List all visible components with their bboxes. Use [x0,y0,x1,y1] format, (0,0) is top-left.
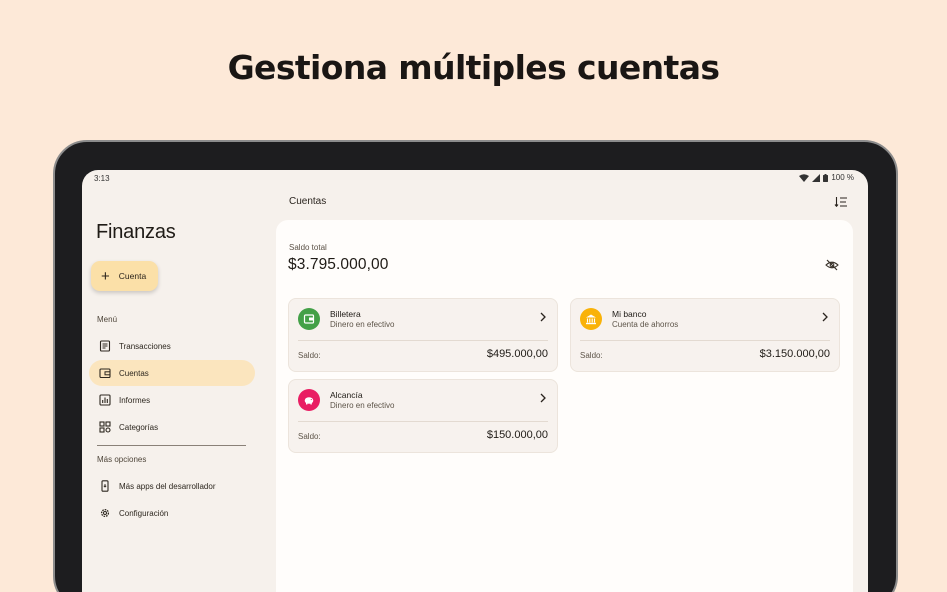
total-balance-value: $3.795.000,00 [288,256,389,273]
account-card-alcancia[interactable]: Alcancía Dinero en efectivo Saldo: $150.… [288,379,558,453]
account-type: Dinero en efectivo [330,320,395,329]
nav-item-informes[interactable]: Informes [89,387,255,413]
plus-icon: + [101,267,110,285]
page-title: Cuentas [289,196,327,207]
nav-item-configuracion[interactable]: Configuración [89,500,255,526]
nav-item-label: Más apps del desarrollador [119,481,216,491]
account-icon-badge [298,308,320,330]
saldo-value: $3.150.000,00 [759,348,830,360]
receipt-icon [99,340,111,352]
account-card-mi-banco[interactable]: Mi banco Cuenta de ahorros Saldo: $3.150… [570,298,840,372]
chevron-right-icon [822,312,828,322]
wifi-icon [799,173,810,182]
nav-item-label: Informes [119,395,151,405]
chart-icon [99,394,111,406]
signal-icon [812,173,821,182]
saldo-label: Saldo: [298,432,321,441]
category-icon [99,421,111,433]
wallet-icon [99,368,111,379]
account-divider [298,421,548,422]
accounts-panel: Saldo total $3.795.000,00 Billetera Dine… [276,220,853,592]
gear-icon [100,508,110,518]
chevron-right-icon [540,312,546,322]
saldo-value: $495.000,00 [486,348,548,360]
app-screen: 3:13 100 % Finanzas + Cuenta Menú Transa… [82,170,868,592]
bank-icon [586,314,596,325]
account-divider [580,340,830,341]
nav-item-cuentas[interactable]: Cuentas [89,360,255,386]
status-time: 3:13 [94,174,110,183]
more-options-label: Más opciones [97,455,147,464]
visibility-off-icon[interactable] [825,258,839,272]
account-icon-badge [298,389,320,411]
account-icon-badge [580,308,602,330]
add-account-label: Cuenta [118,271,147,281]
chevron-right-icon [540,393,546,403]
account-type: Dinero en efectivo [330,401,395,410]
sort-icon[interactable] [834,196,848,208]
piggy-bank-icon [304,397,314,405]
account-name: Mi banco [612,309,647,319]
battery-level: 100 % [831,173,854,182]
saldo-label: Saldo: [298,351,321,360]
account-card-billetera[interactable]: Billetera Dinero en efectivo Saldo: $495… [288,298,558,372]
nav-item-more-apps[interactable]: Más apps del desarrollador [89,473,255,499]
battery-icon [823,173,829,182]
nav-item-categorias[interactable]: Categorías [89,414,255,440]
sidebar-divider [97,445,246,446]
nav-item-label: Transacciones [119,341,171,351]
saldo-label: Saldo: [580,351,603,360]
nav-item-label: Categorías [119,422,159,432]
wallet-icon [303,314,315,324]
phone-icon [101,480,109,492]
saldo-value: $150.000,00 [486,429,548,441]
app-title: Finanzas [96,221,176,243]
account-name: Alcancía [330,390,363,400]
menu-section-label: Menú [97,315,118,324]
headline: Gestiona múltiples cuentas [227,48,720,87]
total-balance-label: Saldo total [289,243,327,252]
account-name: Billetera [330,309,361,319]
account-divider [298,340,548,341]
status-icons: 100 % [799,173,854,182]
nav-item-label: Cuentas [119,368,149,378]
nav-item-transacciones[interactable]: Transacciones [89,333,255,359]
add-account-button[interactable]: + Cuenta [91,261,158,291]
nav-item-label: Configuración [119,508,169,518]
account-type: Cuenta de ahorros [612,320,679,329]
status-bar: 3:13 100 % [82,170,868,188]
